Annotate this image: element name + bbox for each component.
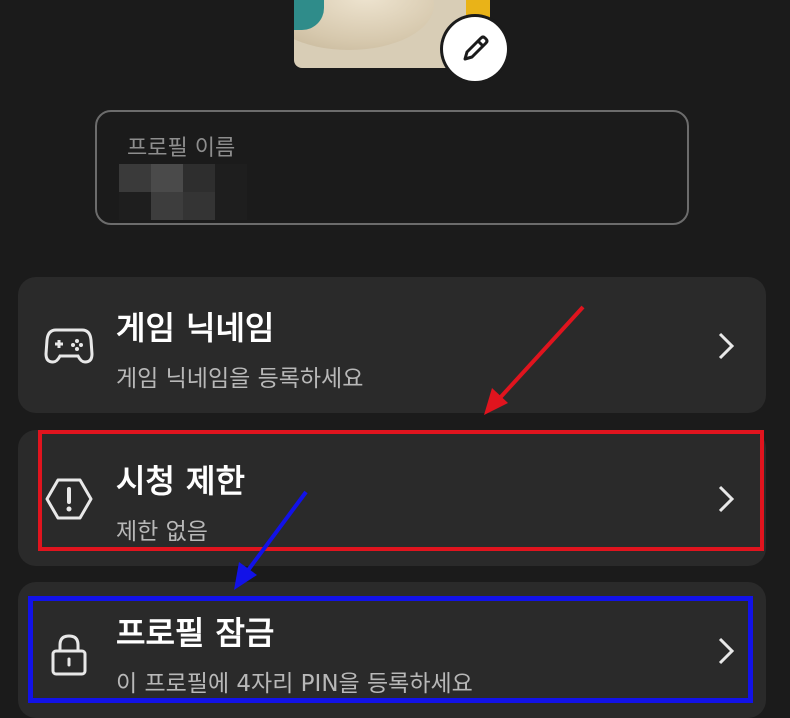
pixel-block <box>119 164 151 192</box>
menu-item-viewing-restriction[interactable]: 시청 제한 제한 없음 <box>18 430 766 566</box>
profile-name-field[interactable]: 프로필 이름 <box>95 110 689 225</box>
menu-item-subtitle: 이 프로필에 4자리 PIN을 등록하세요 <box>116 671 473 697</box>
gamepad-icon <box>44 321 94 371</box>
menu-item-game-nickname[interactable]: 게임 닉네임 게임 닉네임을 등록하세요 <box>18 277 766 413</box>
profile-name-value-blurred <box>119 164 247 220</box>
pixel-block <box>151 192 183 220</box>
menu-item-subtitle: 게임 닉네임을 등록하세요 <box>116 366 364 392</box>
pixel-block <box>215 164 247 192</box>
lock-icon <box>44 630 94 680</box>
pixel-block <box>119 192 151 220</box>
edit-avatar-button[interactable] <box>443 17 507 81</box>
warning-hexagon-icon <box>44 474 94 524</box>
pixel-block <box>183 164 215 192</box>
pixel-block <box>151 164 183 192</box>
profile-name-label: 프로필 이름 <box>127 136 236 161</box>
pixel-block <box>183 192 215 220</box>
menu-item-title: 시청 제한 <box>116 462 245 500</box>
menu-item-title: 게임 닉네임 <box>116 309 275 347</box>
pencil-icon <box>463 35 489 61</box>
chevron-right-icon <box>718 637 735 665</box>
pixel-block <box>215 192 247 220</box>
menu-item-title: 프로필 잠금 <box>116 614 275 652</box>
chevron-right-icon <box>718 332 735 360</box>
menu-item-profile-lock[interactable]: 프로필 잠금 이 프로필에 4자리 PIN을 등록하세요 <box>18 582 766 718</box>
menu-item-subtitle: 제한 없음 <box>116 519 208 545</box>
chevron-right-icon <box>718 485 735 513</box>
